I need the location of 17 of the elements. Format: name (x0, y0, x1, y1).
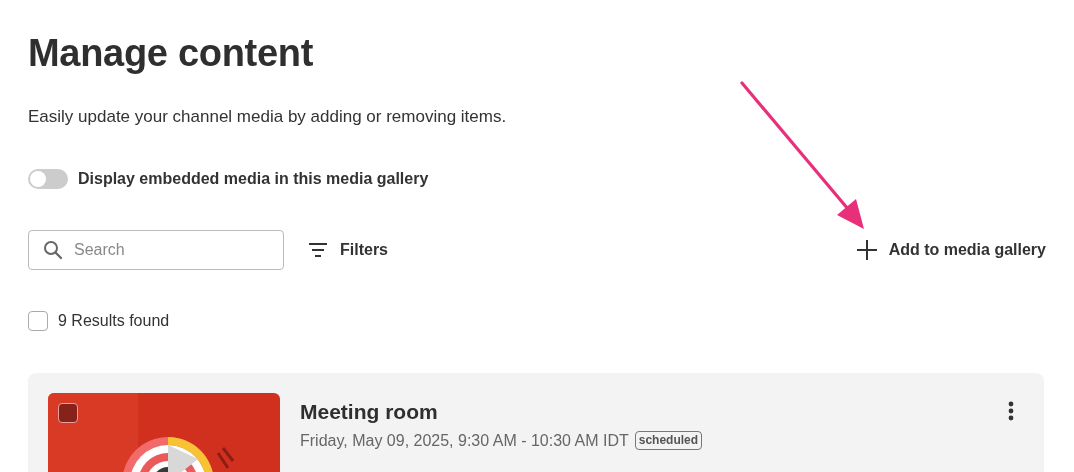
item-date: Friday, May 09, 2025, 9:30 AM - 10:30 AM IDT (300, 431, 629, 450)
add-to-gallery-button[interactable]: Add to media gallery (856, 236, 1046, 264)
status-tag: scheduled (634, 431, 703, 450)
more-icon (1008, 401, 1014, 421)
plus-icon (856, 240, 877, 260)
toggle-switch[interactable] (28, 169, 68, 189)
item-checkbox[interactable] (58, 403, 78, 423)
filters-button[interactable]: Filters (304, 237, 392, 263)
results-count: 9 Results found (58, 312, 170, 330)
item-title[interactable]: Meeting room (300, 397, 1002, 427)
filter-icon (308, 242, 328, 258)
page-title: Manage content (28, 31, 315, 76)
page-description: Easily update your channel media by adding or removing items. (28, 106, 508, 128)
toggle-label: Display embedded media in this media gallery (78, 170, 429, 188)
search-field[interactable]: Search (28, 230, 284, 270)
search-icon (43, 240, 63, 260)
select-all-checkbox[interactable] (28, 311, 48, 331)
